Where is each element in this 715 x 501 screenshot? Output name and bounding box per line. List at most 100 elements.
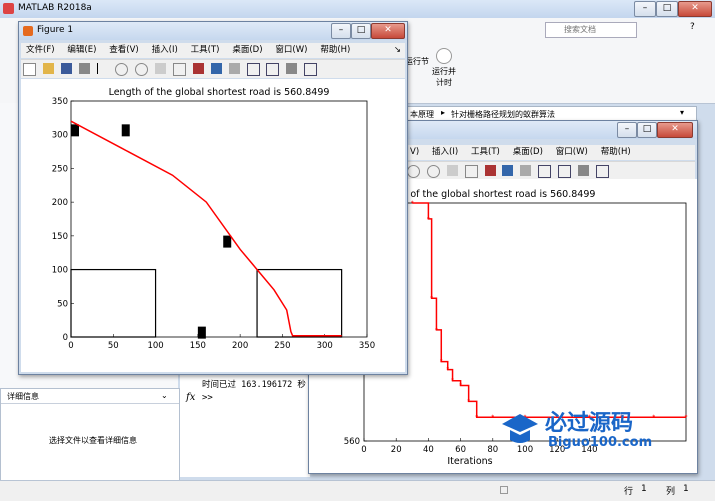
show-tools-icon[interactable] (304, 63, 318, 76)
figure1-toolbar (21, 59, 405, 78)
x-tick-label: 100 (147, 341, 163, 351)
data-marker: * (652, 414, 655, 421)
pan-icon[interactable] (446, 165, 458, 176)
data-marker: * (467, 398, 470, 405)
path-separator-icon: ▸ (441, 108, 446, 117)
watermark-text: 必过源码 (545, 411, 634, 436)
status-col-label: 列 (666, 487, 676, 497)
x-tick-label: 20 (391, 445, 402, 455)
edit-plot-icon[interactable] (96, 63, 109, 74)
x-tick-label: 80 (487, 445, 498, 455)
data-marker: * (427, 216, 430, 223)
fig2-menu-window[interactable]: 窗口(W) (551, 145, 593, 160)
menu-dock-icon[interactable]: ↘ (390, 43, 405, 58)
hide-tools-icon[interactable] (286, 63, 298, 74)
colorbar-icon[interactable] (538, 165, 552, 178)
figure1-window[interactable]: Figure 1 – □ ✕ 文件(F) 编辑(E) 查看(V) 插入(I) 工… (18, 21, 408, 375)
path-dropdown-icon[interactable]: ▾ (680, 108, 684, 117)
search-docs-input[interactable] (546, 23, 648, 35)
fig1-close-button[interactable]: ✕ (371, 23, 405, 39)
fig2-menu-insert[interactable]: 插入(I) (427, 145, 463, 160)
chart-title: Length of the global shortest road is 56… (109, 87, 330, 98)
show-tools-icon[interactable] (595, 165, 609, 178)
legend-icon[interactable] (558, 165, 571, 178)
obstacle-block (223, 235, 232, 248)
zoom-out-icon[interactable] (426, 165, 440, 178)
main-close-button[interactable]: ✕ (678, 1, 712, 17)
data-marker: * (459, 382, 462, 389)
pan-icon[interactable] (155, 63, 167, 74)
y-tick-label: 150 (52, 232, 68, 242)
menu-tools[interactable]: 工具(T) (186, 43, 225, 58)
data-cursor-icon[interactable] (192, 63, 204, 74)
zoom-in-icon[interactable] (115, 63, 129, 76)
fig2-maximize-button[interactable]: □ (637, 122, 657, 138)
y-tick-label: 350 (52, 97, 68, 107)
link-icon[interactable] (228, 63, 240, 74)
data-marker: * (440, 359, 443, 366)
zoom-out-icon[interactable] (135, 63, 149, 76)
print-icon[interactable] (78, 63, 90, 74)
watermark-url: Biguo100.com (548, 435, 653, 450)
zoom-in-icon[interactable] (407, 165, 420, 178)
path-segment[interactable]: 本原理 (410, 109, 434, 120)
main-minimize-button[interactable]: – (634, 1, 656, 17)
menu-edit[interactable]: 编辑(E) (62, 43, 101, 58)
fig2-menu-desktop[interactable]: 桌面(D) (508, 145, 548, 160)
menu-window[interactable]: 窗口(W) (270, 43, 312, 58)
obstacle-block (121, 124, 130, 137)
colorbar-icon[interactable] (246, 63, 260, 76)
menu-desktop[interactable]: 桌面(D) (227, 43, 267, 58)
help-icon[interactable]: ? (690, 22, 704, 36)
x-tick-label: 350 (359, 341, 375, 351)
run-and-time-label[interactable]: 运行并 计时 (432, 66, 456, 88)
obstacle-block (197, 326, 206, 339)
save-icon[interactable] (60, 63, 72, 74)
details-text: 选择文件以查看详细信息 (49, 436, 137, 445)
function-browser-icon[interactable]: fx (186, 392, 195, 403)
figure1-title: Figure 1 (37, 25, 74, 35)
fig2-minimize-button[interactable]: – (617, 122, 637, 138)
link-icon[interactable] (520, 165, 532, 176)
data-marker: * (491, 414, 494, 421)
details-panel: 详细信息 ⌄ 选择文件以查看详细信息 (0, 388, 180, 482)
brush-icon[interactable] (210, 63, 222, 74)
menu-file[interactable]: 文件(F) (21, 43, 60, 58)
menu-help[interactable]: 帮助(H) (315, 43, 355, 58)
rotate-icon[interactable] (173, 63, 186, 76)
x-tick-label: 0 (68, 341, 73, 351)
y-tick-label: 0 (63, 333, 68, 343)
command-prompt[interactable]: >> (202, 393, 213, 403)
matlab-logo-icon (3, 3, 14, 14)
fig2-menu-tools[interactable]: 工具(T) (466, 145, 505, 160)
figure1-title-bar: Figure 1 – □ ✕ (19, 22, 407, 40)
menu-insert[interactable]: 插入(I) (147, 43, 183, 58)
hide-tools-icon[interactable] (577, 165, 589, 176)
details-collapse-icon[interactable]: ⌄ (161, 391, 168, 400)
brush-icon[interactable] (502, 165, 514, 176)
data-marker: * (446, 367, 449, 374)
open-file-icon[interactable] (42, 63, 54, 74)
legend-icon[interactable] (266, 63, 280, 76)
x-tick-label: 40 (423, 445, 434, 455)
run-section-label[interactable]: 运行节 (405, 56, 429, 67)
command-window[interactable]: 时间已过 163.196172 秒 fx >> (180, 372, 310, 477)
rotate-icon[interactable] (464, 165, 478, 178)
data-marker: * (435, 327, 438, 334)
fig2-close-button[interactable]: ✕ (657, 122, 693, 138)
data-marker: * (411, 200, 414, 207)
path-segment[interactable]: 针对栅格路径规划的蚁群算法 (451, 109, 555, 120)
new-figure-icon[interactable] (23, 63, 36, 76)
command-output: 时间已过 163.196172 秒 (202, 380, 306, 390)
data-marker: * (451, 378, 454, 385)
status-row-label: 行 (624, 487, 634, 497)
figure-icon (23, 26, 33, 36)
fig1-maximize-button[interactable]: □ (351, 23, 371, 39)
menu-view[interactable]: 查看(V) (104, 43, 143, 58)
y-tick-label: 250 (52, 164, 68, 174)
data-cursor-icon[interactable] (484, 165, 496, 176)
main-maximize-button[interactable]: □ (656, 1, 678, 17)
fig1-minimize-button[interactable]: – (331, 23, 351, 39)
fig2-menu-help[interactable]: 帮助(H) (596, 145, 636, 160)
run-and-time-icon[interactable] (436, 48, 452, 64)
